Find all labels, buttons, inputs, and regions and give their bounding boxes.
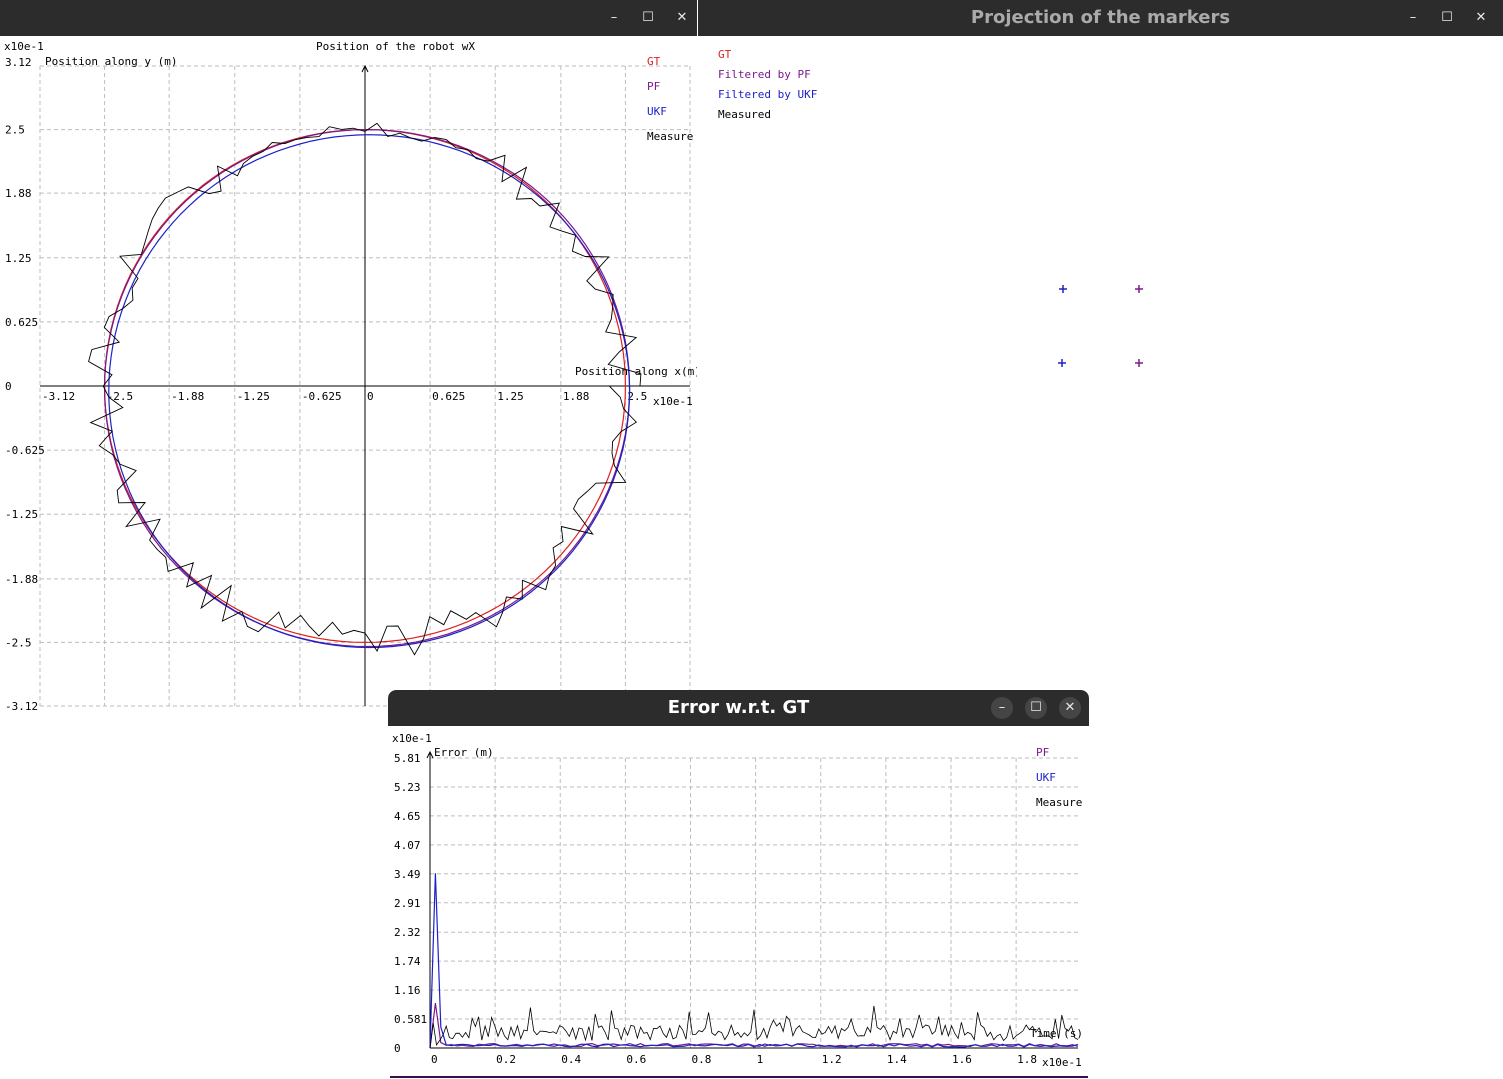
x-tick-label: 0.2 bbox=[496, 1053, 516, 1066]
legend-entry: Measure bbox=[1036, 796, 1082, 809]
x-tick-label: -1.88 bbox=[171, 390, 204, 403]
x-tick-label: 2.5 bbox=[627, 390, 647, 403]
x-tick-label: -0.625 bbox=[302, 390, 342, 403]
y-tick-label: 1.25 bbox=[5, 252, 32, 265]
position-chart: Position of the robot wX Position along y… bbox=[4, 40, 697, 713]
y-tick-label: 2.32 bbox=[394, 926, 421, 939]
x-tick-label: 0.8 bbox=[692, 1053, 712, 1066]
x-tick-label: 1.88 bbox=[563, 390, 590, 403]
y-tick-label: -2.5 bbox=[5, 636, 32, 649]
x-tick-label: -1.25 bbox=[237, 390, 270, 403]
projection-window-title: Projection of the markers bbox=[970, 7, 1231, 28]
x-axis-label: Position along x(m) bbox=[575, 365, 697, 378]
x-tick-label: -2.5 bbox=[107, 390, 134, 403]
y-tick-label: 1.16 bbox=[394, 984, 421, 997]
legend-entry: Measure bbox=[647, 130, 693, 143]
position-window-titlebar[interactable]: – ☐ ✕ bbox=[0, 0, 697, 36]
projection-window-titlebar[interactable]: Projection of the markers – ☐ ✕ bbox=[698, 0, 1503, 36]
chart-title: Position of the robot wX bbox=[316, 40, 475, 53]
marker-point bbox=[1059, 285, 1067, 293]
close-icon[interactable]: ✕ bbox=[1059, 697, 1081, 719]
maximize-icon[interactable]: ☐ bbox=[638, 8, 658, 28]
x-scale-label: x10e-1 bbox=[1042, 1056, 1082, 1069]
y-tick-label: -1.88 bbox=[5, 573, 38, 586]
error-chart: x10e-1Error (m)Time (s)x10e-10 0.2 0.4 0.6 0… bbox=[390, 732, 1088, 1078]
y-tick-label: 1.74 bbox=[394, 955, 421, 968]
error-window: Error w.r.t. GT – ☐ ✕ x10e-1 Error (m) Tim… bbox=[388, 690, 1089, 1079]
y-tick-label: 3.49 bbox=[394, 868, 421, 881]
series-measure bbox=[429, 1005, 1079, 1049]
x-tick-label: 1 bbox=[757, 1053, 764, 1066]
x-tick-label: 1.2 bbox=[822, 1053, 842, 1066]
minimize-icon[interactable]: – bbox=[1403, 8, 1423, 28]
x-tick-label: 0.6 bbox=[626, 1053, 646, 1066]
x-tick-label: 1.4 bbox=[887, 1053, 907, 1066]
y-scale-label: x10e-1 bbox=[4, 40, 44, 53]
marker-point bbox=[1058, 359, 1066, 367]
y-tick-label: -3.12 bbox=[5, 700, 38, 713]
legend-entry: GT bbox=[647, 55, 661, 68]
y-tick-label: 5.23 bbox=[394, 781, 421, 794]
marker-point bbox=[1135, 359, 1143, 367]
minimize-icon[interactable]: – bbox=[991, 697, 1013, 719]
legend-entry: UKF bbox=[1036, 771, 1056, 784]
y-tick-label: -1.25 bbox=[5, 508, 38, 521]
position-window: – ☐ ✕ Position of the robot wX Position a… bbox=[0, 0, 697, 716]
y-tick-label: 0 bbox=[394, 1042, 401, 1055]
y-tick-label: 3.12 bbox=[5, 56, 32, 69]
y-tick-label: 2.91 bbox=[394, 897, 421, 910]
error-window-title: Error w.r.t. GT bbox=[667, 697, 810, 718]
y-axis-label: Error (m) bbox=[434, 746, 494, 759]
y-tick-label: 0.581 bbox=[394, 1013, 427, 1026]
y-tick-label: 0 bbox=[5, 380, 12, 393]
x-tick-label: 0 bbox=[431, 1053, 438, 1066]
minimize-icon[interactable]: – bbox=[604, 8, 624, 28]
legend-entry: PF bbox=[647, 80, 660, 93]
y-tick-label: 2.5 bbox=[5, 124, 25, 137]
marker-point bbox=[1135, 285, 1143, 293]
x-tick-label: 1.8 bbox=[1017, 1053, 1037, 1066]
x-tick-label: 0.4 bbox=[561, 1053, 581, 1066]
y-scale-label: x10e-1 bbox=[392, 732, 432, 745]
position-window-title bbox=[0, 0, 697, 36]
y-tick-label: 5.81 bbox=[394, 752, 421, 765]
x-scale-label: x10e-1 bbox=[653, 395, 693, 408]
x-tick-label: 0.625 bbox=[432, 390, 465, 403]
x-tick-label: -3.12 bbox=[42, 390, 75, 403]
y-tick-label: -0.625 bbox=[5, 444, 45, 457]
y-tick-label: 0.625 bbox=[5, 316, 38, 329]
y-axis-label: Position along y (m) bbox=[45, 55, 177, 68]
legend-entry: PF bbox=[1036, 746, 1049, 759]
legend-entry: UKF bbox=[647, 105, 667, 118]
x-tick-label: 1.25 bbox=[497, 390, 524, 403]
y-tick-label: 1.88 bbox=[5, 187, 32, 200]
x-tick-label: 1.6 bbox=[952, 1053, 972, 1066]
y-tick-label: 4.07 bbox=[394, 839, 421, 852]
y-tick-label: 4.65 bbox=[394, 810, 421, 823]
error-window-titlebar[interactable]: Error w.r.t. GT – ☐ ✕ bbox=[388, 690, 1089, 726]
maximize-icon[interactable]: ☐ bbox=[1437, 8, 1457, 28]
close-icon[interactable]: ✕ bbox=[672, 8, 692, 28]
close-icon[interactable]: ✕ bbox=[1471, 8, 1491, 28]
maximize-icon[interactable]: ☐ bbox=[1025, 697, 1047, 719]
x-tick-label: 0 bbox=[367, 390, 374, 403]
